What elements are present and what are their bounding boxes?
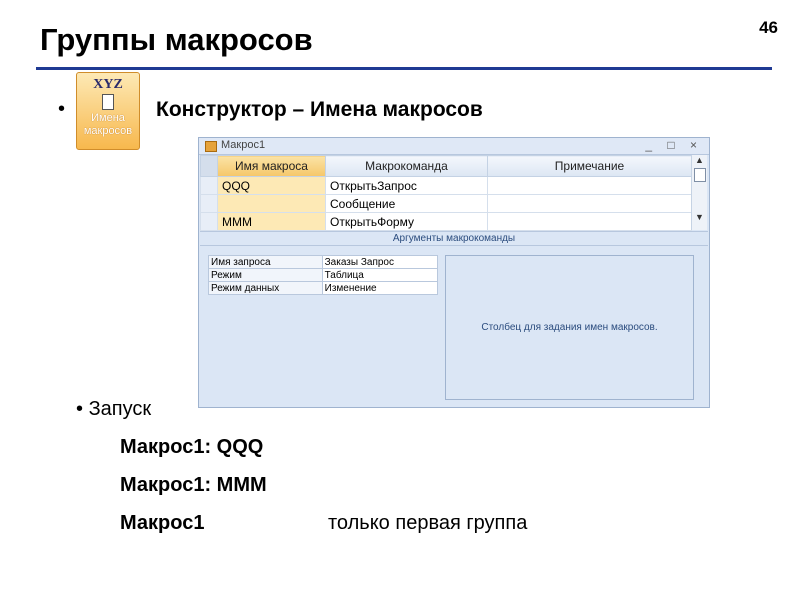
table-row[interactable]: QQQ ОткрытьЗапрос bbox=[200, 176, 692, 195]
window-title: Макрос1 bbox=[221, 139, 266, 151]
macro-grid: Имя макроса Макрокоманда Примечание QQQ … bbox=[200, 155, 692, 231]
launch-bullet: • Запуск bbox=[76, 398, 152, 420]
title-divider bbox=[36, 67, 772, 70]
launch-command-2: Макрос1: MMM bbox=[120, 474, 267, 496]
column-header-note[interactable]: Примечание bbox=[487, 155, 692, 177]
launch-heading: Запуск bbox=[88, 398, 152, 420]
argument-name: Режим данных bbox=[208, 281, 323, 295]
launch-command-1: Макрос1: QQQ bbox=[120, 436, 264, 458]
launch-command-3: Макрос1 bbox=[120, 512, 205, 534]
cell-note[interactable] bbox=[487, 194, 692, 213]
argument-value[interactable]: Заказы Запрос bbox=[321, 255, 439, 269]
arguments-header: Аргументы макрокоманды bbox=[200, 231, 708, 246]
cell-note[interactable] bbox=[487, 212, 692, 231]
argument-row[interactable]: Режим Таблица bbox=[208, 268, 439, 282]
argument-value[interactable]: Таблица bbox=[321, 268, 439, 282]
scroll-up-icon[interactable]: ▲ bbox=[692, 155, 707, 165]
page-number: 46 bbox=[759, 18, 778, 37]
argument-row[interactable]: Режим данных Изменение bbox=[208, 281, 439, 295]
scroll-thumb[interactable] bbox=[693, 168, 706, 182]
cell-macro-name[interactable]: MMM bbox=[217, 212, 326, 231]
table-row[interactable]: Сообщение bbox=[200, 194, 692, 213]
slide-title: Группы макросов bbox=[40, 22, 313, 57]
ribbon-button-label-1: Имена bbox=[91, 112, 125, 124]
help-text: Столбец для задания имен макросов. bbox=[481, 322, 658, 333]
cell-action[interactable]: Сообщение bbox=[325, 194, 488, 213]
cell-macro-name[interactable]: QQQ bbox=[217, 176, 326, 195]
ribbon-button-label-2: макросов bbox=[83, 125, 133, 137]
row-selector[interactable] bbox=[200, 212, 218, 231]
grid-scrollbar[interactable]: ▲ ▼ bbox=[691, 155, 707, 230]
cell-macro-name[interactable] bbox=[217, 194, 326, 213]
bullet-point: • bbox=[58, 98, 66, 120]
scroll-down-icon[interactable]: ▼ bbox=[692, 212, 707, 222]
argument-value[interactable]: Изменение bbox=[321, 281, 439, 295]
xyz-icon: XYZ bbox=[93, 77, 123, 92]
cell-action[interactable]: ОткрытьЗапрос bbox=[325, 176, 488, 195]
window-titlebar[interactable]: Макрос1 _ □ × bbox=[199, 138, 709, 155]
window-controls[interactable]: _ □ × bbox=[645, 138, 703, 152]
help-panel: Столбец для задания имен макросов. bbox=[445, 255, 694, 400]
constructor-heading: Конструктор – Имена макросов bbox=[156, 98, 483, 121]
launch-note: только первая группа bbox=[328, 512, 528, 534]
row-selector[interactable] bbox=[200, 176, 218, 195]
macro-icon bbox=[205, 141, 217, 152]
macro-names-ribbon-button[interactable]: XYZ Имена макросов bbox=[76, 72, 140, 150]
grid-corner[interactable] bbox=[200, 155, 218, 177]
arguments-table: Имя запроса Заказы Запрос Режим Таблица … bbox=[208, 255, 439, 295]
macro-design-window: Макрос1 _ □ × Имя макроса Макрокоманда П… bbox=[198, 137, 710, 408]
row-selector[interactable] bbox=[200, 194, 218, 213]
argument-name: Имя запроса bbox=[208, 255, 323, 269]
table-row[interactable]: MMM ОткрытьФорму bbox=[200, 212, 692, 231]
argument-name: Режим bbox=[208, 268, 323, 282]
column-header-action[interactable]: Макрокоманда bbox=[325, 155, 488, 177]
argument-row[interactable]: Имя запроса Заказы Запрос bbox=[208, 255, 439, 269]
cell-action[interactable]: ОткрытьФорму bbox=[325, 212, 488, 231]
cell-note[interactable] bbox=[487, 176, 692, 195]
column-header-macro-name[interactable]: Имя макроса bbox=[217, 155, 326, 177]
column-icon bbox=[102, 94, 114, 110]
